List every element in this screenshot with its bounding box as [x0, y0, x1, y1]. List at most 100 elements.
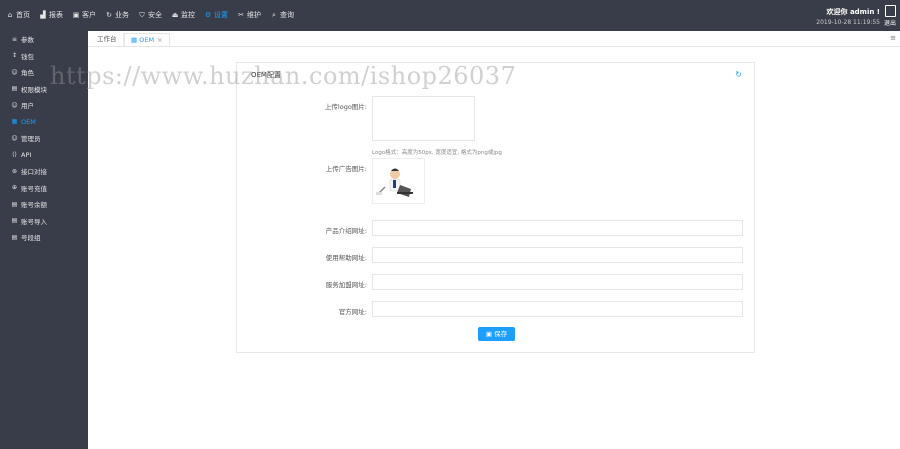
- nav-item-1[interactable]: ▟ 报表: [39, 10, 63, 20]
- help-url-label: 使用帮助网址:: [325, 254, 367, 262]
- sidebar-item-label: 钱包: [21, 52, 34, 61]
- sidebar-item-label: 管理员: [21, 135, 41, 144]
- nav-item-3[interactable]: ↻ 业务: [105, 10, 129, 20]
- sidebar-item-label: OEM: [21, 117, 36, 126]
- logo-format-hint: Logo格式：高度为50px, 宽度适宜, 格式为png或jpg: [372, 150, 502, 156]
- sidebar-item-5[interactable]: ▦ OEM: [0, 114, 88, 131]
- logo-upload-label: 上传logo图片:: [324, 103, 367, 111]
- website-url-label: 官方网址:: [338, 308, 367, 316]
- tabs-menu-icon[interactable]: ≡: [890, 34, 896, 42]
- sidebar-item-label: 账号导入: [21, 217, 47, 226]
- sidebar-item-6[interactable]: ☺ 管理员: [0, 130, 88, 147]
- company-url-label: 产品介绍网址:: [325, 227, 367, 235]
- sidebar-item-12[interactable]: ▤ 号段组: [0, 229, 88, 246]
- gear-icon: ⚙: [204, 11, 212, 19]
- logout-label: 退出: [883, 20, 896, 27]
- sidebar-item-label: 接口对接: [21, 168, 47, 177]
- welcome-text: 欢迎你 admin !: [826, 8, 880, 16]
- sidebar-item-11[interactable]: ▤ 账号导入: [0, 213, 88, 230]
- nav-item-label: 业务: [115, 11, 129, 19]
- nav-item-5[interactable]: ⏏ 监控: [171, 10, 195, 20]
- home-icon: ⌂: [7, 11, 13, 19]
- logout-button[interactable]: 退出: [882, 5, 898, 27]
- ad-image-upload[interactable]: [372, 158, 425, 204]
- main-nav: ⌂ 首页 ▟ 报表 ▣ 客户 ↻ 业务 ⛉ 安全 ⏏ 监控 ⚙ 设置 ✂ 维护 ⌕ 查询: [6, 10, 303, 20]
- user-card-icon: ▣: [72, 11, 80, 19]
- ad-upload-label: 上传广告图片:: [325, 165, 367, 173]
- logo-upload-area[interactable]: [372, 96, 475, 141]
- save-button[interactable]: ▣ 保存: [478, 327, 515, 341]
- sidebar-item-label: 账号充值: [21, 184, 47, 193]
- save-label: 保存: [494, 330, 508, 338]
- monitor-icon: ⏏: [171, 11, 179, 19]
- nav-item-label: 报表: [49, 11, 63, 19]
- admin-icon: ☺: [11, 134, 18, 142]
- segment-icon: ▤: [11, 233, 18, 241]
- nav-item-label: 查询: [280, 11, 294, 19]
- refresh-icon: ↻: [106, 11, 112, 19]
- sidebar-item-label: 角色: [21, 69, 34, 78]
- sidebar-item-label: 权限模块: [21, 85, 47, 94]
- close-icon[interactable]: ×: [157, 36, 162, 44]
- sidebar-item-label: 号段组: [21, 234, 41, 243]
- sidebar: ≡ 参数 ↕ 钱包 ☺ 角色 ▤ 权限模块 ☺ 用户 ▦ OEM ☺ 管理员 ⟨⟩ API ⊛ 接口对接 ⊕ 账号充值…: [0, 31, 88, 449]
- sliders-icon: ≡: [11, 35, 18, 43]
- nav-item-label: 设置: [214, 11, 228, 19]
- tab-bar: 工作台 ▦ OEM × ≡: [88, 31, 900, 47]
- sidebar-item-7[interactable]: ⟨⟩ API: [0, 147, 88, 164]
- chart-icon: ▟: [40, 11, 46, 19]
- interface-icon: ⊛: [11, 167, 18, 175]
- nav-item-7[interactable]: ✂ 维护: [237, 10, 261, 20]
- nav-item-6[interactable]: ⚙ 设置: [204, 10, 228, 20]
- tab-oem-label: OEM: [139, 36, 155, 44]
- nav-item-label: 客户: [82, 11, 96, 19]
- top-navbar: ⌂ 首页 ▟ 报表 ▣ 客户 ↻ 业务 ⛉ 安全 ⏏ 监控 ⚙ 设置 ✂ 维护 ⌕ 查询 欢迎你 admin ! …: [0, 0, 900, 31]
- nav-item-label: 监控: [181, 11, 195, 19]
- company-url-input[interactable]: [372, 220, 743, 236]
- user-info: 欢迎你 admin ! 2019-10-28 11:19:55: [816, 7, 880, 26]
- tab-oem[interactable]: ▦ OEM ×: [124, 33, 170, 46]
- search-icon: ⌕: [272, 11, 276, 19]
- sidebar-item-label: API: [21, 150, 32, 159]
- module-icon: ▤: [11, 85, 18, 93]
- shield-icon: ⛉: [139, 11, 145, 19]
- help-url-input[interactable]: [372, 247, 743, 263]
- sidebar-item-4[interactable]: ☺ 用户: [0, 97, 88, 114]
- sidebar-item-label: 账号余额: [21, 201, 47, 210]
- api-icon: ⟨⟩: [12, 151, 17, 159]
- sidebar-item-10[interactable]: ▤ 账号余额: [0, 196, 88, 213]
- tab-workbench[interactable]: 工作台: [91, 33, 124, 46]
- import-icon: ▤: [11, 217, 18, 225]
- nav-item-label: 首页: [16, 11, 30, 19]
- website-url-input[interactable]: [372, 301, 743, 317]
- sidebar-item-8[interactable]: ⊛ 接口对接: [0, 163, 88, 180]
- ad-image-thumbnail: [376, 168, 413, 197]
- door-icon: [884, 5, 896, 17]
- nav-item-2[interactable]: ▣ 客户: [72, 10, 96, 20]
- current-datetime: 2019-10-28 11:19:55: [816, 19, 880, 26]
- wallet-icon: ↕: [11, 52, 18, 60]
- oem-tab-icon: ▦: [131, 36, 140, 44]
- nav-item-4[interactable]: ⛉ 安全: [138, 10, 162, 20]
- balance-icon: ▤: [11, 200, 18, 208]
- oem-icon: ▦: [11, 118, 18, 126]
- nav-item-label: 维护: [247, 11, 261, 19]
- recharge-icon: ⊕: [11, 184, 18, 192]
- watermark-text: https://www.huzhan.com/ishop26037: [50, 62, 517, 90]
- sidebar-item-label: 参数: [21, 36, 34, 45]
- tools-icon: ✂: [238, 11, 244, 19]
- download-url-label: 服务加盟网址:: [325, 281, 367, 289]
- refresh-icon[interactable]: ↻: [735, 70, 742, 79]
- download-url-input[interactable]: [372, 274, 743, 290]
- sidebar-item-0[interactable]: ≡ 参数: [0, 31, 88, 48]
- tab-workbench-label: 工作台: [97, 35, 117, 43]
- nav-item-label: 安全: [148, 11, 162, 19]
- nav-item-8[interactable]: ⌕ 查询: [270, 10, 294, 20]
- user-icon: ☺: [11, 101, 18, 109]
- role-icon: ☺: [11, 68, 18, 76]
- oem-config-panel: OEM配置 ↻ 上传logo图片: Logo格式：高度为50px, 宽度适宜, …: [236, 62, 755, 353]
- sidebar-item-9[interactable]: ⊕ 账号充值: [0, 180, 88, 197]
- sidebar-item-label: 用户: [21, 102, 34, 111]
- save-icon: ▣: [485, 330, 493, 338]
- nav-item-0[interactable]: ⌂ 首页: [6, 10, 30, 20]
